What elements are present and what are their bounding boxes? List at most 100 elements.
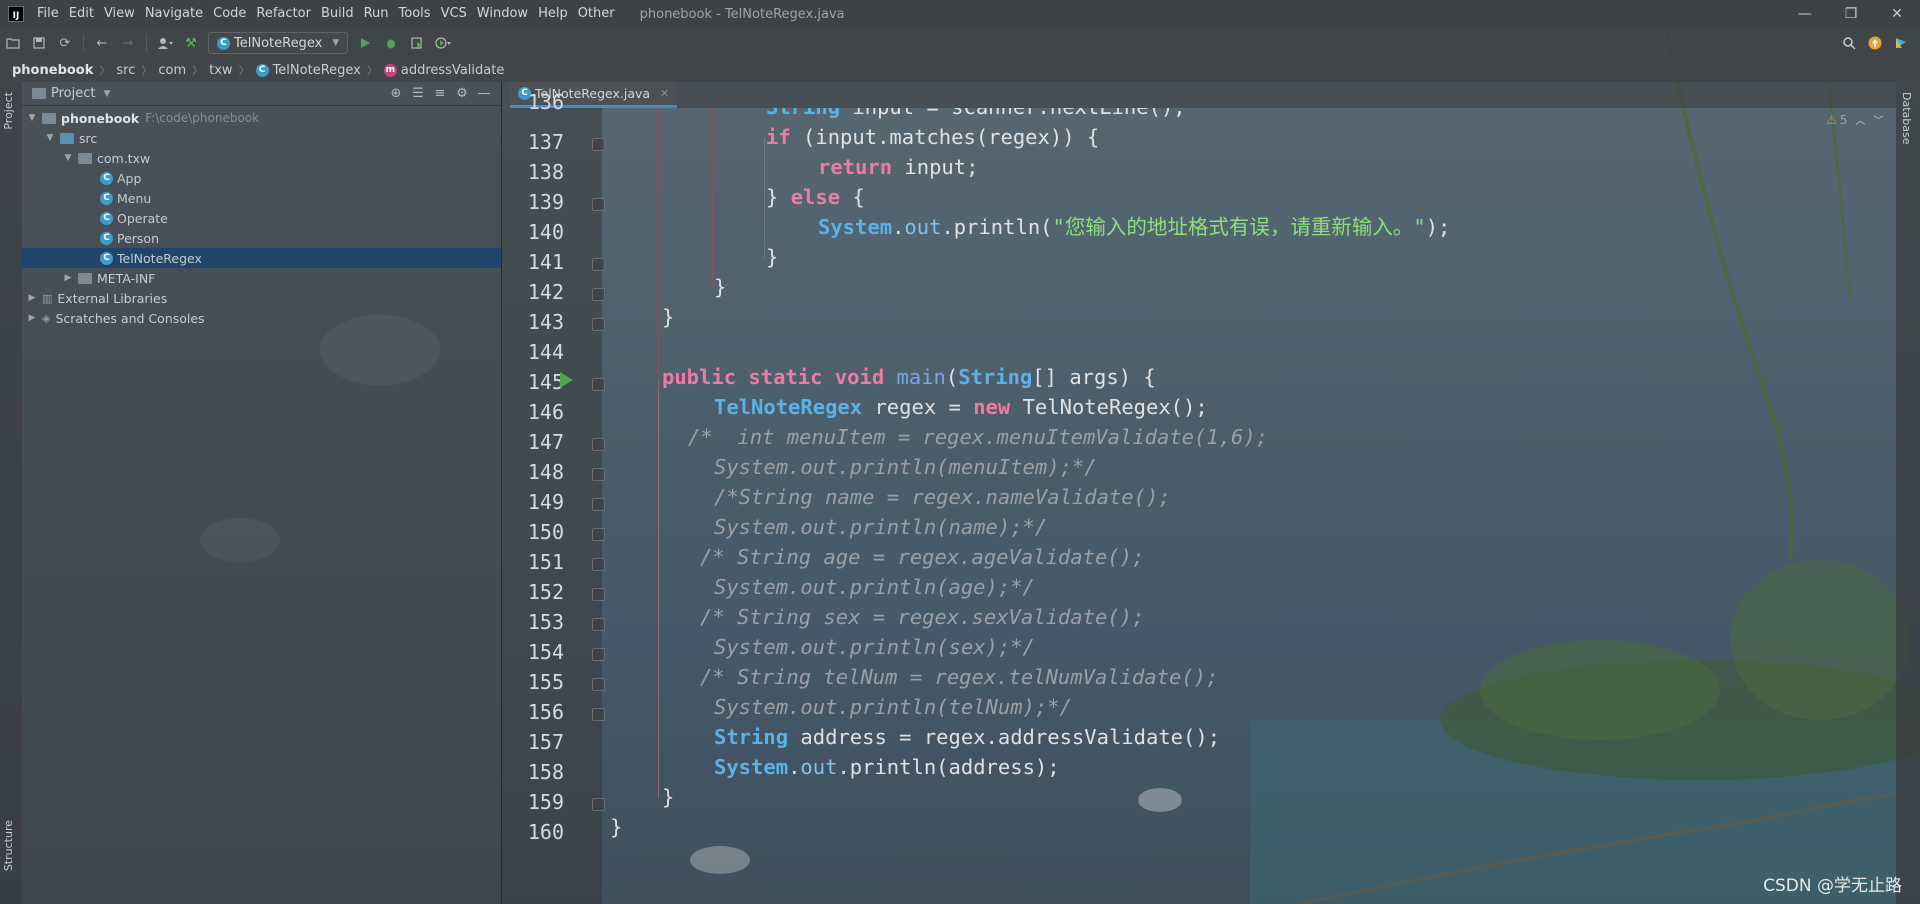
tree-item-meta-inf[interactable]: ▶ META-INF xyxy=(22,268,501,288)
collapse-all-icon[interactable]: ≡ xyxy=(429,86,451,101)
right-tool-strip: Database xyxy=(1896,82,1920,904)
back-arrow-icon[interactable]: ← xyxy=(91,32,113,54)
menu-edit[interactable]: Edit xyxy=(64,0,99,28)
library-icon: ▥ xyxy=(42,291,53,305)
tree-item-menu[interactable]: C Menu xyxy=(22,188,501,208)
search-icon[interactable] xyxy=(1838,32,1860,54)
line-number: 136 xyxy=(527,90,564,114)
code-line-155: /* String telNum = regex.telNumValidate(… xyxy=(700,665,1219,689)
menu-navigate[interactable]: Navigate xyxy=(140,0,208,28)
chevron-down-icon[interactable]: ▼ xyxy=(103,89,110,99)
tree-item-src[interactable]: ▼ src xyxy=(22,128,501,148)
database-tool-tab[interactable]: Database xyxy=(1900,92,1913,145)
chevron-down-icon[interactable]: ﹀ xyxy=(1873,112,1883,127)
menu-code[interactable]: Code xyxy=(208,0,251,28)
code-line-153: /* String sex = regex.sexValidate(); xyxy=(700,605,1145,629)
chevron-down-icon: ▼ xyxy=(332,38,340,48)
menu-vcs[interactable]: VCS xyxy=(436,0,472,28)
update-arrow-icon[interactable] xyxy=(1864,32,1886,54)
save-icon[interactable] xyxy=(28,32,50,54)
menu-file[interactable]: File xyxy=(32,0,64,28)
tree-item-scratches[interactable]: ▶ ◈ Scratches and Consoles xyxy=(22,308,501,328)
inspection-widget[interactable]: ⚠ 5 ︿ ﹀ xyxy=(1826,112,1883,128)
left-tool-strip: Project Structure xyxy=(0,82,22,904)
code-line-160: } xyxy=(610,815,623,839)
code-line-145: public static void main(String[] args) { xyxy=(662,365,1156,389)
run-configuration-select[interactable]: C TelNoteRegex ▼ xyxy=(208,32,349,54)
class-icon: C xyxy=(100,251,113,265)
tree-item-telnoteregex[interactable]: C TelNoteRegex xyxy=(22,248,501,268)
tree-item-label: Person xyxy=(117,230,160,246)
indent-guide xyxy=(658,378,659,798)
line-number: 156 xyxy=(527,700,564,724)
forward-arrow-icon[interactable]: → xyxy=(117,32,139,54)
class-icon: C xyxy=(100,191,113,205)
window-controls: — ❐ ✕ xyxy=(1782,0,1920,28)
project-panel-title[interactable]: Project xyxy=(51,86,95,101)
tree-item-app[interactable]: C App xyxy=(22,168,501,188)
breadcrumb-com[interactable]: com xyxy=(158,63,186,78)
line-number: 160 xyxy=(527,820,564,844)
line-number: 159 xyxy=(527,790,564,814)
expand-all-icon[interactable]: ☰ xyxy=(407,86,429,101)
run-icon[interactable] xyxy=(354,32,376,54)
tree-item-label: com.txw xyxy=(97,150,151,166)
code-editor[interactable]: String input = scanner.nextLine(); if (i… xyxy=(602,108,1896,904)
tree-item-external-libraries[interactable]: ▶ ▥ External Libraries xyxy=(22,288,501,308)
line-number: 155 xyxy=(527,670,564,694)
restore-button[interactable]: ❐ xyxy=(1828,0,1874,28)
code-line-147: /* int menuItem = regex.menuItemValidate… xyxy=(688,425,1269,449)
run-main-icon[interactable] xyxy=(560,372,573,388)
breadcrumb-class[interactable]: C TelNoteRegex xyxy=(255,63,361,78)
sync-icon[interactable]: ⟳ xyxy=(54,32,76,54)
menu-window[interactable]: Window xyxy=(472,0,533,28)
structure-tool-tab[interactable]: Structure xyxy=(2,820,15,871)
tree-item-com-txw[interactable]: ▼ com.txw xyxy=(22,148,501,168)
line-number: 152 xyxy=(527,580,564,604)
open-folder-icon[interactable] xyxy=(2,32,24,54)
tree-item-operate[interactable]: C Operate xyxy=(22,208,501,228)
gear-icon[interactable]: ⚙ xyxy=(451,86,473,101)
close-icon[interactable]: ✕ xyxy=(660,87,669,100)
breadcrumb-project[interactable]: phonebook xyxy=(12,63,93,78)
class-icon: C xyxy=(217,36,230,50)
toolbar-divider xyxy=(146,34,147,52)
line-number: 146 xyxy=(527,400,564,424)
menu-help[interactable]: Help xyxy=(533,0,573,28)
menu-refactor[interactable]: Refactor xyxy=(251,0,316,28)
breadcrumb-method[interactable]: m addressValidate xyxy=(383,63,504,78)
source-folder-icon xyxy=(60,132,74,144)
menu-other[interactable]: Other xyxy=(573,0,620,28)
menu-tools[interactable]: Tools xyxy=(394,0,436,28)
project-tool-tab[interactable]: Project xyxy=(2,92,15,130)
jetbrains-toolbox-icon[interactable] xyxy=(1890,32,1912,54)
user-icon[interactable] xyxy=(154,32,176,54)
package-icon xyxy=(78,152,92,164)
menu-view[interactable]: View xyxy=(99,0,140,28)
chevron-up-icon[interactable]: ︿ xyxy=(1855,112,1865,127)
line-number: 144 xyxy=(527,340,564,364)
tree-item-phonebook[interactable]: ▼ phonebook F:\code\phonebook xyxy=(22,108,501,128)
menu-build[interactable]: Build xyxy=(316,0,359,28)
code-line-158: System.out.println(address); xyxy=(714,755,1060,779)
line-number: 140 xyxy=(527,220,564,244)
profile-run-icon[interactable] xyxy=(432,32,454,54)
line-number: 158 xyxy=(527,760,564,784)
folder-icon xyxy=(42,112,56,124)
locate-crosshair-icon[interactable]: ⊕ xyxy=(385,86,407,101)
code-line-146: TelNoteRegex regex = new TelNoteRegex(); xyxy=(714,395,1208,419)
debug-bug-icon[interactable] xyxy=(380,32,402,54)
build-hammer-icon[interactable]: ⚒ xyxy=(180,32,202,54)
hide-panel-icon[interactable]: — xyxy=(473,86,495,101)
minimize-button[interactable]: — xyxy=(1782,0,1828,28)
tree-item-person[interactable]: C Person xyxy=(22,228,501,248)
menu-run[interactable]: Run xyxy=(359,0,394,28)
breadcrumb-separator-icon: 〉 xyxy=(99,64,111,77)
close-button[interactable]: ✕ xyxy=(1874,0,1920,28)
breadcrumb-txw[interactable]: txw xyxy=(209,63,232,78)
coverage-icon[interactable] xyxy=(406,32,428,54)
code-line-154: System.out.println(sex);*/ xyxy=(714,635,1035,659)
breadcrumb-src[interactable]: src xyxy=(116,63,135,78)
code-line-138: return input; xyxy=(818,155,979,179)
line-number: 151 xyxy=(527,550,564,574)
